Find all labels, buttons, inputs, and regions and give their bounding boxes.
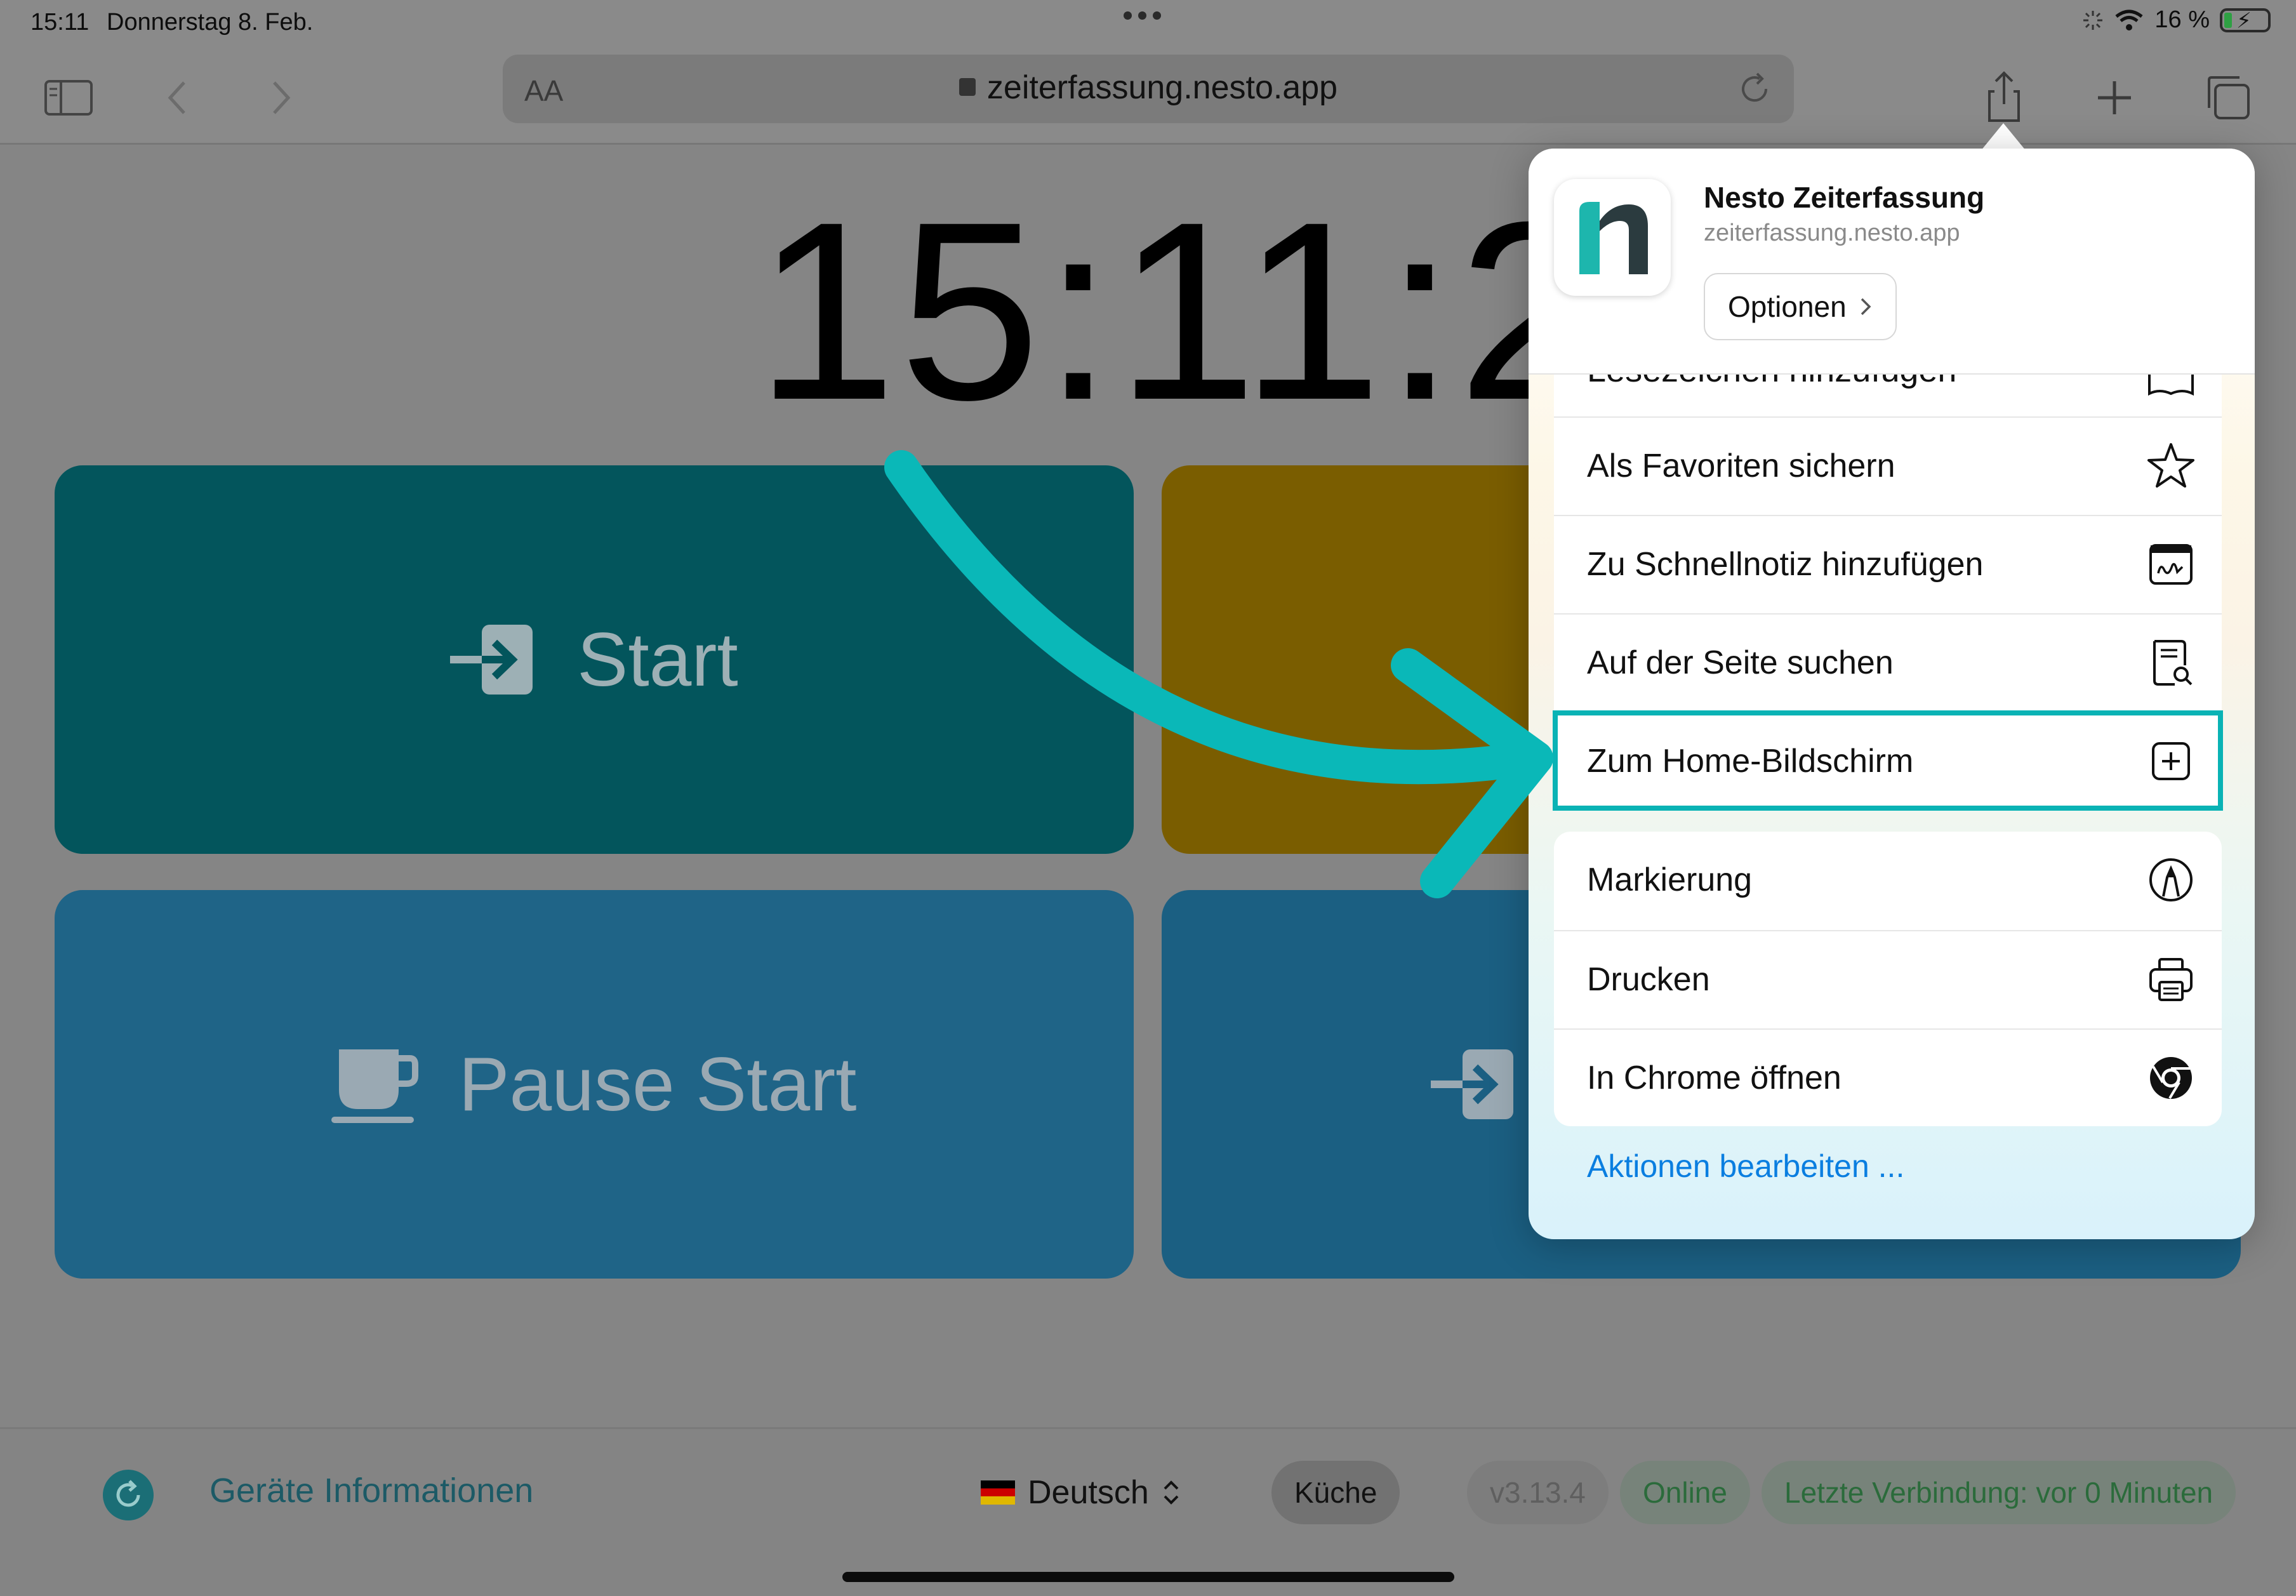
add-to-home-screen-label: Zum Home-Bildschirm — [1587, 743, 1914, 780]
status-bar: 15:11 Donnerstag 8. Feb. 16 % ⚡ — [0, 0, 2296, 56]
online-status-badge: Online — [1620, 1461, 1750, 1524]
login-arrow-icon — [1431, 1049, 1513, 1119]
last-connection-badge: Letzte Verbindung: vor 0 Minuten — [1762, 1461, 2236, 1524]
status-time: 15:11 — [30, 9, 90, 36]
login-arrow-icon — [450, 625, 533, 695]
add-square-icon — [2152, 742, 2190, 780]
nesto-logo-icon — [1579, 202, 1648, 274]
page-footer: Geräte Informationen Deutsch Küche v3.13… — [0, 1427, 2296, 1596]
app-domain: zeiterfassung.nesto.app — [1704, 220, 1960, 246]
wifi-icon — [2115, 10, 2143, 30]
list-item-markup[interactable]: Markierung — [1554, 832, 2222, 929]
pause-start-tile-button[interactable]: Pause Start — [55, 890, 1134, 1279]
reload-icon[interactable] — [1734, 69, 1775, 109]
new-tab-icon[interactable] — [2086, 69, 2143, 126]
add-bookmark-label: Lesezeichen hinzufügen — [1587, 375, 1956, 390]
star-icon — [2147, 443, 2194, 488]
book-icon — [2148, 375, 2194, 396]
share-icon[interactable] — [1975, 69, 2033, 126]
sidebar-icon[interactable] — [39, 69, 96, 126]
find-on-page-label: Auf der Seite suchen — [1587, 644, 1894, 681]
back-icon[interactable] — [150, 69, 207, 126]
url-display[interactable]: zeiterfassung.nesto.app — [503, 69, 1794, 107]
list-item-favorites[interactable]: Als Favoriten sichern — [1554, 416, 2222, 514]
language-selector[interactable]: Deutsch — [981, 1473, 1181, 1512]
battery-percent: 16 % — [2154, 6, 2210, 33]
list-item-open-in-chrome[interactable]: In Chrome öffnen — [1554, 1028, 2222, 1126]
chrome-icon — [2150, 1057, 2192, 1100]
status-date: Donnerstag 8. Feb. — [107, 9, 314, 36]
markup-label: Markierung — [1587, 861, 1753, 898]
chevron-right-icon — [1861, 298, 1871, 316]
status-indicators: 16 % ⚡ — [2082, 6, 2271, 34]
start-tile-button[interactable]: Start — [55, 465, 1134, 854]
tabs-overview-icon[interactable] — [2200, 69, 2257, 126]
version-badge: v3.13.4 — [1467, 1461, 1609, 1524]
german-flag-icon — [981, 1480, 1015, 1505]
battery-icon: ⚡ — [2220, 8, 2271, 33]
options-label: Optionen — [1728, 290, 1847, 323]
markup-icon — [2149, 858, 2193, 901]
actions-group-1: Als Favoriten sichern Zu Schnellnotiz hi… — [1553, 416, 2223, 811]
options-button[interactable]: Optionen — [1704, 273, 1897, 340]
favorites-label: Als Favoriten sichern — [1587, 448, 1895, 484]
edit-actions-link[interactable]: Aktionen bearbeiten ... — [1587, 1148, 1904, 1185]
list-item-add-to-home-screen[interactable]: Zum Home-Bildschirm — [1553, 710, 2223, 811]
forward-icon[interactable] — [251, 69, 309, 126]
print-label: Drucken — [1587, 961, 1710, 998]
list-item-print[interactable]: Drucken — [1554, 930, 2222, 1028]
device-info-link[interactable]: Geräte Informationen — [209, 1471, 533, 1510]
pause-start-label: Pause Start — [458, 1042, 857, 1127]
open-in-chrome-label: In Chrome öffnen — [1587, 1060, 1841, 1096]
app-name: Nesto Zeiterfassung — [1704, 181, 1985, 214]
quick-note-icon — [2149, 544, 2193, 585]
location-badge[interactable]: Küche — [1271, 1461, 1400, 1524]
add-bookmark-row[interactable]: Lesezeichen hinzufügen — [1554, 375, 2222, 416]
share-sheet-pointer — [1981, 123, 2026, 151]
refresh-icon — [116, 1480, 140, 1507]
list-item-quick-note[interactable]: Zu Schnellnotiz hinzufügen — [1554, 515, 2222, 613]
share-sheet: Nesto Zeiterfassung zeiterfassung.nesto.… — [1529, 149, 2255, 1239]
home-indicator[interactable] — [842, 1572, 1454, 1582]
quick-note-label: Zu Schnellnotiz hinzufügen — [1587, 546, 1984, 583]
app-icon — [1554, 179, 1671, 296]
url-text: zeiterfassung.nesto.app — [986, 69, 1338, 106]
coffee-cup-icon — [331, 1049, 419, 1123]
find-on-page-icon — [2153, 640, 2193, 686]
chevron-updown-icon — [1164, 1480, 1179, 1505]
start-label: Start — [577, 617, 738, 702]
language-label: Deutsch — [1028, 1474, 1149, 1511]
lock-icon — [959, 78, 976, 96]
actions-group-2: Markierung Drucken In Chrome öffnen — [1554, 832, 2222, 1126]
address-bar[interactable]: AA zeiterfassung.nesto.app — [503, 55, 1794, 123]
list-item-find-on-page[interactable]: Auf der Seite suchen — [1554, 613, 2222, 711]
activity-icon — [2083, 10, 2103, 30]
multitasking-dots[interactable] — [1124, 11, 1161, 20]
share-sheet-header: Nesto Zeiterfassung zeiterfassung.nesto.… — [1529, 149, 2255, 375]
sync-button[interactable] — [103, 1470, 154, 1520]
printer-icon — [2149, 958, 2193, 1001]
